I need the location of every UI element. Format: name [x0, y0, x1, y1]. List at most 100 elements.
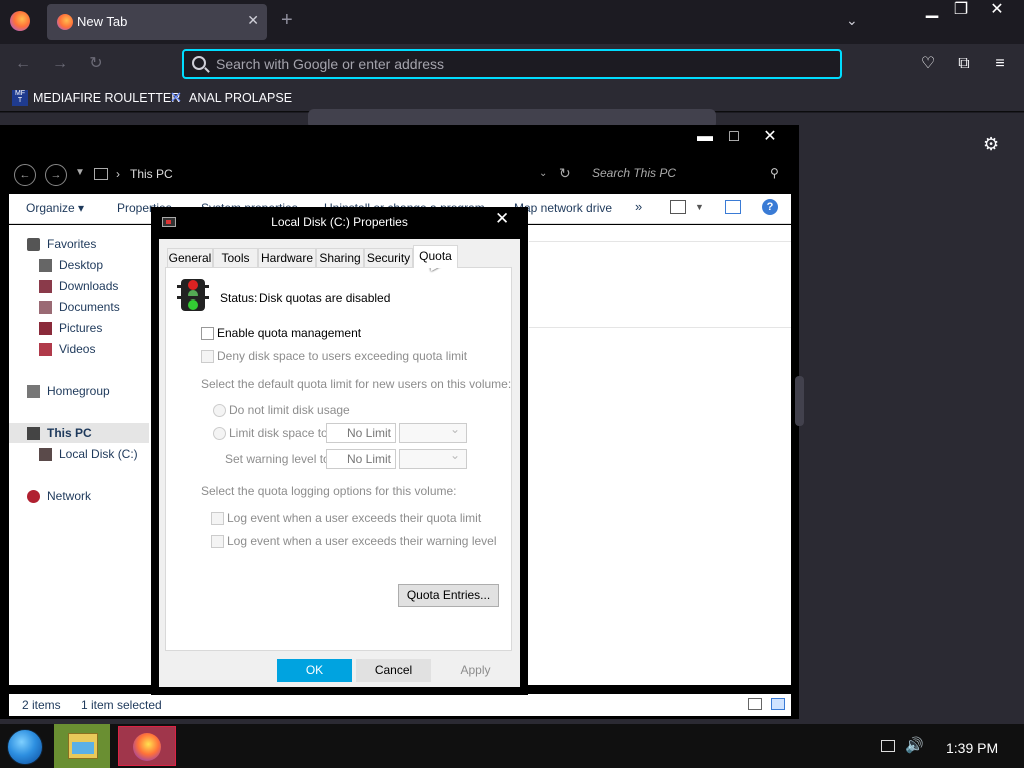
tab-list-chevron-icon[interactable]: ⌄	[846, 12, 858, 29]
limit-value-field[interactable]: No Limit	[326, 423, 396, 443]
firefox-icon	[133, 733, 161, 761]
bookmark-second[interactable]: ⨯ ANAL PROLAPSE	[168, 88, 292, 108]
apply-button[interactable]: Apply	[438, 659, 513, 682]
gear-icon[interactable]: ⚙	[983, 134, 999, 155]
homegroup-icon	[27, 384, 40, 398]
restore-button[interactable]: ❐	[944, 0, 978, 22]
bookmark-label: ANAL PROLAPSE	[189, 91, 293, 105]
forward-arrow-icon[interactable]: →	[49, 53, 71, 75]
nav-item-videos[interactable]: Videos	[39, 339, 95, 359]
limit-unit-select[interactable]	[399, 422, 467, 443]
nav-item-documents[interactable]: Documents	[39, 297, 120, 317]
page-scrollbar[interactable]	[795, 376, 804, 426]
hamburger-menu-icon[interactable]: ≡	[989, 53, 1011, 75]
nav-item-homegroup[interactable]: Homegroup	[27, 381, 110, 401]
reload-icon[interactable]: ↻	[85, 53, 107, 75]
nav-item-downloads[interactable]: Downloads	[39, 276, 118, 296]
no-limit-label: Do not limit disk usage	[229, 403, 350, 417]
pictures-icon	[39, 321, 52, 335]
close-window-button[interactable]: ✕	[980, 0, 1014, 22]
search-icon[interactable]: ⚲	[770, 166, 779, 180]
bookmark-x-icon: ⨯	[169, 89, 183, 106]
pocket-icon[interactable]: ♡	[917, 53, 939, 75]
enable-quota-checkbox[interactable]	[201, 327, 214, 340]
logging-heading: Select the quota logging options for thi…	[201, 484, 457, 498]
warning-unit-select[interactable]	[399, 448, 467, 469]
url-input[interactable]	[216, 53, 816, 75]
help-icon[interactable]: ?	[762, 199, 778, 215]
nav-item-local-disk[interactable]: Local Disk (C:)	[39, 444, 138, 464]
nav-item-desktop[interactable]: Desktop	[39, 255, 103, 275]
taskbar-firefox-button[interactable]	[118, 726, 176, 766]
url-bar[interactable]	[182, 49, 842, 79]
preview-pane-icon[interactable]	[725, 200, 741, 214]
browser-tab[interactable]: New Tab ✕	[47, 4, 267, 40]
limit-to-radio[interactable]	[213, 427, 226, 440]
extensions-icon[interactable]: ⧉	[953, 53, 975, 75]
tab-tools[interactable]: Tools	[213, 248, 258, 267]
taskbar-explorer-button[interactable]	[54, 724, 110, 768]
tab-security[interactable]: Security	[364, 248, 413, 267]
no-limit-radio[interactable]	[213, 404, 226, 417]
log-quota-label: Log event when a user exceeds their quot…	[227, 511, 482, 525]
explorer-minimize-button[interactable]: ▬	[690, 127, 720, 147]
tab-close-icon[interactable]: ✕	[247, 12, 259, 29]
dialog-close-button[interactable]: ✕	[495, 209, 509, 229]
organize-button[interactable]: Organize ▾	[26, 201, 84, 215]
explorer-close-button[interactable]: ✕	[755, 127, 785, 147]
recent-locations-chevron-icon[interactable]: ▼	[75, 167, 85, 178]
nav-item-favorites[interactable]: Favorites	[27, 234, 96, 254]
log-quota-checkbox[interactable]	[211, 512, 224, 525]
explorer-status-bar: 2 items 1 item selected	[9, 694, 791, 716]
volume-icon[interactable]: 🔊	[905, 736, 924, 754]
default-limit-heading: Select the default quota limit for new u…	[201, 377, 512, 391]
change-view-icon[interactable]	[670, 200, 686, 214]
back-arrow-icon[interactable]: ←	[12, 53, 34, 75]
mediafire-favicon-icon: MF T	[12, 90, 28, 106]
item-count: 2 items	[22, 698, 61, 712]
tab-general[interactable]: General	[167, 248, 213, 267]
computer-icon	[27, 426, 40, 440]
address-dropdown-icon[interactable]: ⌄	[539, 168, 547, 179]
explorer-maximize-button[interactable]: □	[719, 127, 749, 147]
network-tray-icon[interactable]	[881, 740, 895, 752]
view-dropdown-icon[interactable]: ▼	[695, 202, 704, 212]
more-commands-icon[interactable]: »	[635, 199, 642, 214]
bookmark-mediafire[interactable]: MF T MEDIAFIRE ROULETTER	[12, 88, 180, 108]
bookmarks-toolbar: MF T MEDIAFIRE ROULETTER ⨯ ANAL PROLAPSE	[0, 84, 1024, 112]
back-arrow-icon[interactable]: ←	[14, 164, 36, 186]
large-icons-view-icon[interactable]	[771, 698, 785, 710]
forward-arrow-icon[interactable]: →	[45, 164, 67, 186]
enable-quota-label[interactable]: Enable quota management	[217, 326, 361, 340]
breadcrumb[interactable]: This PC	[130, 167, 173, 181]
start-button[interactable]	[7, 729, 43, 765]
new-tab-icon[interactable]: +	[281, 10, 293, 30]
refresh-icon[interactable]: ↻	[559, 165, 571, 182]
search-input[interactable]: Search This PC	[592, 166, 782, 180]
deny-space-checkbox[interactable]	[201, 350, 214, 363]
clock[interactable]: 1:39 PM	[946, 740, 998, 756]
tab-sharing[interactable]: Sharing	[316, 248, 364, 267]
tab-quota[interactable]: Quota	[413, 245, 458, 268]
bookmark-label: MEDIAFIRE ROULETTER	[33, 91, 181, 105]
quota-entries-button[interactable]: Quota Entries...	[398, 584, 499, 607]
firefox-logo-icon[interactable]	[10, 11, 30, 31]
nav-item-network[interactable]: Network	[27, 486, 91, 506]
warning-level-label: Set warning level to	[225, 452, 330, 466]
explorer-address-bar: ← → ▼ › This PC ⌄ ↻ Search This PC ⚲	[0, 159, 799, 191]
log-warning-checkbox[interactable]	[211, 535, 224, 548]
disk-properties-dialog: Local Disk (C:) Properties ✕ General Too…	[151, 207, 528, 695]
tab-hardware[interactable]: Hardware	[258, 248, 316, 267]
nav-item-this-pc[interactable]: This PC	[9, 423, 149, 443]
warning-value-field[interactable]: No Limit	[326, 449, 396, 469]
breadcrumb-separator-icon[interactable]: ›	[116, 167, 120, 181]
taskbar	[0, 724, 1024, 768]
cancel-button[interactable]: Cancel	[356, 659, 431, 682]
downloads-icon	[39, 279, 52, 293]
ok-button[interactable]: OK	[277, 659, 352, 682]
drive-icon	[39, 447, 52, 461]
nav-item-pictures[interactable]: Pictures	[39, 318, 102, 338]
details-view-icon[interactable]	[748, 698, 762, 710]
network-icon	[27, 489, 40, 503]
map-network-drive-button[interactable]: Map network drive	[514, 201, 612, 215]
